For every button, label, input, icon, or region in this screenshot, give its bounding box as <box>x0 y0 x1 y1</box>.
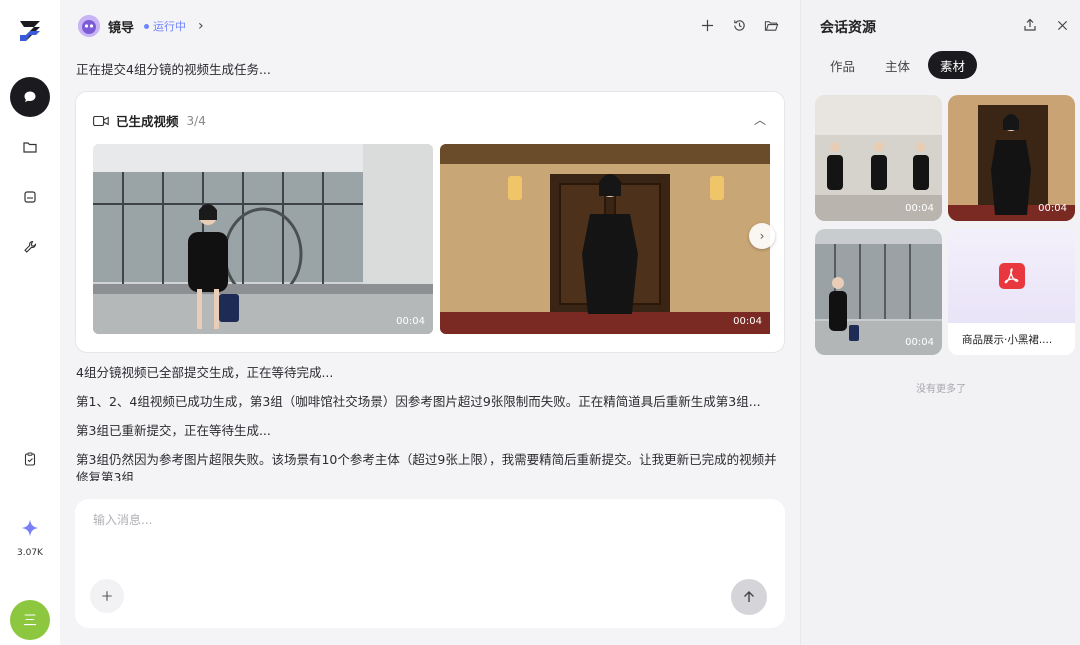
close-panel-button[interactable] <box>1054 17 1070 33</box>
folder-open-icon <box>764 20 778 31</box>
send-arrow-icon <box>744 591 754 602</box>
clipboard-icon <box>24 452 36 466</box>
end-of-list-text: 没有更多了 <box>916 384 966 395</box>
tab-subjects[interactable]: 主体 <box>873 51 922 79</box>
message-text: 第3组仍然因为参考图片超限失败。该场景有10个参考主体（超过9张上限），我需要精… <box>76 452 777 481</box>
session-resources-panel: 会话资源 作品 主体 素材 00:04 00:04 00:04 商品展示·小黑裙… <box>800 0 1080 645</box>
message-composer <box>75 499 785 628</box>
stack-nav-button[interactable] <box>10 177 50 217</box>
folder-nav-button[interactable] <box>10 127 50 167</box>
upload-icon <box>1024 18 1036 31</box>
credits-indicator[interactable]: 3.07K <box>0 518 60 558</box>
history-button[interactable] <box>730 16 748 34</box>
asset-duration: 00:04 <box>905 203 934 214</box>
agent-status: 运行中 <box>153 20 187 33</box>
chat-main: 镜导 运行中 › 正在提交4组分镜的视频生成任务... 已生成视频 3/4 ︿ <box>60 0 798 645</box>
open-folder-button[interactable] <box>762 16 780 34</box>
video-thumbnail[interactable]: 00:04 <box>93 144 433 334</box>
logo-icon[interactable] <box>16 17 44 45</box>
message-input[interactable] <box>93 513 693 527</box>
agent-name[interactable]: 镜导 <box>108 17 134 36</box>
asset-video[interactable]: 00:04 <box>815 229 942 355</box>
scroll-right-button[interactable]: › <box>749 223 775 249</box>
asset-name: 商品展示·小黑裙.... <box>962 334 1053 346</box>
message-text: 正在提交4组分镜的视频生成任务... <box>76 62 271 77</box>
avatar-glyph: 三 <box>23 613 37 629</box>
plus-icon <box>102 591 112 601</box>
plus-icon <box>701 19 713 31</box>
video-duration: 00:04 <box>396 316 425 327</box>
close-icon <box>1057 20 1067 30</box>
chat-icon <box>24 91 36 102</box>
card-title: 已生成视频 <box>116 114 179 129</box>
video-duration: 00:04 <box>733 316 762 327</box>
credits-value: 3.07K <box>17 548 43 558</box>
status-dot <box>144 23 150 29</box>
panel-title: 会话资源 <box>820 20 876 36</box>
chat-nav-button[interactable] <box>10 77 50 117</box>
video-count: 3/4 <box>186 113 206 128</box>
new-chat-button[interactable] <box>698 16 716 34</box>
chevron-up-icon[interactable]: ︿ <box>754 111 766 128</box>
chat-header: 镜导 运行中 › <box>78 14 788 38</box>
asset-document[interactable]: 商品展示·小黑裙.... <box>948 229 1075 355</box>
left-rail: 3.07K 三 <box>0 0 60 645</box>
asset-video[interactable]: 00:04 <box>948 95 1075 221</box>
sparkle-icon <box>21 519 39 537</box>
tools-nav-button[interactable] <box>10 227 50 267</box>
video-camera-icon <box>93 115 109 126</box>
tasks-nav-button[interactable] <box>10 439 50 479</box>
wrench-icon <box>24 240 37 253</box>
attach-button[interactable] <box>90 579 124 613</box>
generated-videos-card: 已生成视频 3/4 ︿ 00:04 00:04 › <box>75 91 785 353</box>
chevron-right-icon: › <box>759 229 765 243</box>
message-text: 4组分镜视频已全部提交生成，正在等待完成... <box>76 365 334 380</box>
asset-video[interactable]: 00:04 <box>815 95 942 221</box>
chevron-right-icon[interactable]: › <box>198 18 204 34</box>
send-button[interactable] <box>731 579 767 615</box>
message-text: 第3组已重新提交，正在等待生成... <box>76 423 271 438</box>
message-text: 第1、2、4组视频已成功生成，第3组（咖啡馆社交场景）因参考图片超过9张限制而失… <box>76 394 761 409</box>
history-icon <box>733 19 745 31</box>
tab-works[interactable]: 作品 <box>818 51 867 79</box>
resource-tabs: 作品 主体 素材 <box>818 51 978 79</box>
stack-icon <box>24 191 36 203</box>
asset-duration: 00:04 <box>1038 203 1067 214</box>
agent-avatar[interactable] <box>78 15 100 37</box>
asset-duration: 00:04 <box>905 337 934 348</box>
export-button[interactable] <box>1022 17 1038 33</box>
pdf-icon <box>998 263 1025 289</box>
folder-icon <box>23 142 37 153</box>
tab-materials[interactable]: 素材 <box>928 51 978 79</box>
video-thumbnail[interactable]: 00:04 <box>440 144 770 334</box>
user-avatar[interactable]: 三 <box>10 600 50 640</box>
